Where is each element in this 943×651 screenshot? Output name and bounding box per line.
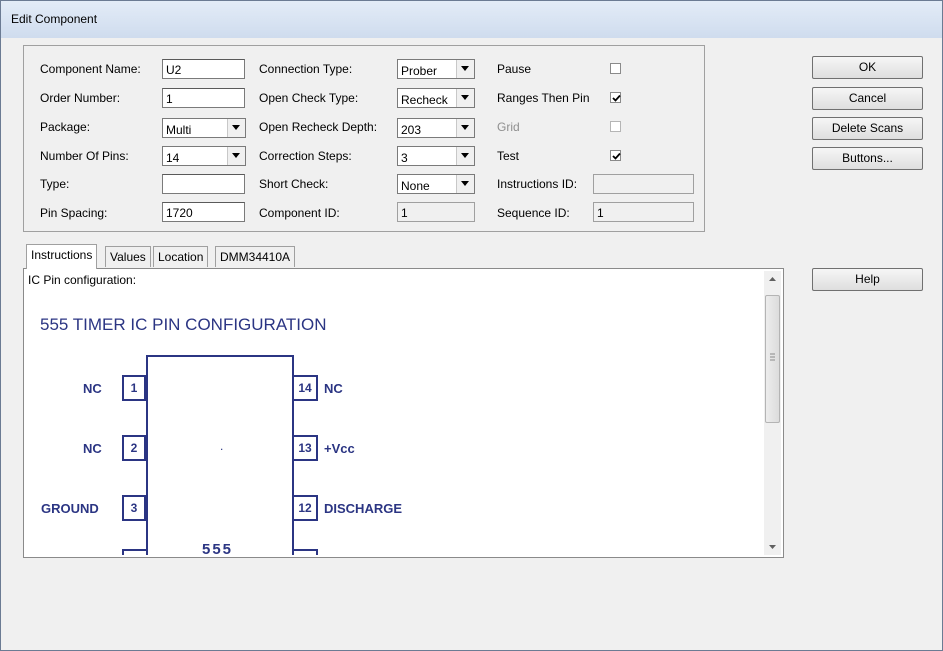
ranges-then-pin-checkbox[interactable] <box>610 92 621 103</box>
scroll-down-icon[interactable] <box>764 538 781 555</box>
order-number-field[interactable]: 1 <box>162 88 245 108</box>
checkmark-icon <box>612 94 621 102</box>
short-check-select[interactable]: None <box>397 174 475 194</box>
package-value: Multi <box>166 123 192 137</box>
tab-dmm34410a[interactable]: DMM34410A <box>215 246 296 267</box>
open-recheck-depth-select[interactable]: 203 <box>397 118 475 138</box>
connection-type-label: Connection Type: <box>259 62 353 76</box>
pause-checkbox[interactable] <box>610 63 621 74</box>
diagram-title: 555 TIMER IC PIN CONFIGURATION <box>40 315 327 334</box>
chevron-down-icon[interactable] <box>456 89 474 107</box>
ic-body <box>146 355 294 555</box>
chevron-down-icon[interactable] <box>227 147 245 165</box>
test-checkbox[interactable] <box>610 150 621 161</box>
left-pin-label: NC <box>83 441 102 456</box>
number-of-pins-label: Number Of Pins: <box>40 149 129 163</box>
open-check-type-select[interactable]: Recheck <box>397 88 475 108</box>
cancel-button[interactable]: Cancel <box>812 87 923 110</box>
left-pin-number: 1 <box>122 375 146 401</box>
right-pin-label: +Vcc <box>324 441 355 456</box>
right-pin-label: NC <box>324 381 343 396</box>
connection-type-select[interactable]: Prober <box>397 59 475 79</box>
instructions-content[interactable]: IC Pin configuration: 555 TIMER IC PIN C… <box>26 271 763 555</box>
chevron-down-icon[interactable] <box>456 119 474 137</box>
right-pin-label: DISCHARGE <box>324 501 403 516</box>
sequence-id-label: Sequence ID: <box>497 206 570 220</box>
instructions-panel: IC Pin configuration: 555 TIMER IC PIN C… <box>23 268 784 558</box>
ranges-then-pin-label: Ranges Then Pin <box>497 91 590 105</box>
grip-icon <box>770 353 775 361</box>
number-of-pins-select[interactable]: 14 <box>162 146 246 166</box>
number-of-pins-value: 14 <box>166 151 180 165</box>
pause-label: Pause <box>497 62 532 76</box>
scrollbar-thumb[interactable] <box>765 295 780 423</box>
instructions-caption: IC Pin configuration: <box>28 273 137 287</box>
grid-checkbox[interactable] <box>610 121 621 132</box>
package-label: Package: <box>40 120 91 134</box>
open-check-type-label: Open Check Type: <box>259 91 359 105</box>
left-pin-number: 2 <box>122 435 146 461</box>
component-name-field[interactable]: U2 <box>162 59 245 79</box>
connection-type-value: Prober <box>401 64 438 78</box>
ic-chip-label: 555 <box>202 541 234 555</box>
chevron-down-icon[interactable] <box>456 60 474 78</box>
package-select[interactable]: Multi <box>162 118 246 138</box>
left-pin-partial <box>122 549 146 555</box>
left-pin-number: 3 <box>122 495 146 521</box>
correction-steps-value: 3 <box>401 151 408 165</box>
help-button[interactable]: Help <box>812 268 923 291</box>
open-recheck-depth-label: Open Recheck Depth: <box>259 120 378 134</box>
delete-scans-button[interactable]: Delete Scans <box>812 117 923 140</box>
window-title: Edit Component <box>11 12 98 26</box>
right-pin-number: 14 <box>292 375 318 401</box>
tab-values[interactable]: Values <box>105 246 151 267</box>
right-pin-number: 12 <box>292 495 318 521</box>
type-field[interactable] <box>162 174 245 194</box>
component-name-label: Component Name: <box>40 62 141 76</box>
type-label: Type: <box>40 177 70 191</box>
title-bar[interactable]: Edit Component <box>1 1 942 38</box>
scroll-up-icon[interactable] <box>764 271 781 288</box>
short-check-value: None <box>401 179 430 193</box>
tab-instructions[interactable]: Instructions <box>26 244 98 269</box>
component-id-label: Component ID: <box>259 206 340 220</box>
checkmark-icon <box>612 152 621 160</box>
pin-spacing-label: Pin Spacing: <box>40 206 108 220</box>
order-number-label: Order Number: <box>40 91 121 105</box>
buttons-button[interactable]: Buttons... <box>812 147 923 170</box>
open-recheck-depth-value: 203 <box>401 123 422 137</box>
chevron-down-icon[interactable] <box>456 175 474 193</box>
right-pin-number: 13 <box>292 435 318 461</box>
instructions-id-field <box>593 174 694 194</box>
vertical-scrollbar[interactable] <box>764 271 781 555</box>
left-pin-label: GROUND <box>41 501 99 516</box>
open-check-type-value: Recheck <box>401 93 448 107</box>
short-check-label: Short Check: <box>259 177 329 191</box>
correction-steps-label: Correction Steps: <box>259 149 352 163</box>
ic-body-dot: . <box>220 439 224 453</box>
right-pin-partial <box>292 549 318 555</box>
correction-steps-select[interactable]: 3 <box>397 146 475 166</box>
tab-location[interactable]: Location <box>153 246 209 267</box>
left-pin-label: NC <box>83 381 102 396</box>
chevron-down-icon[interactable] <box>456 147 474 165</box>
instructions-id-label: Instructions ID: <box>497 177 578 191</box>
pin-spacing-field[interactable]: 1720 <box>162 202 245 222</box>
sequence-id-field: 1 <box>593 202 694 222</box>
ok-button[interactable]: OK <box>812 56 923 79</box>
component-id-field: 1 <box>397 202 475 222</box>
test-label: Test <box>497 149 520 163</box>
grid-label: Grid <box>497 120 520 134</box>
chevron-down-icon[interactable] <box>227 119 245 137</box>
